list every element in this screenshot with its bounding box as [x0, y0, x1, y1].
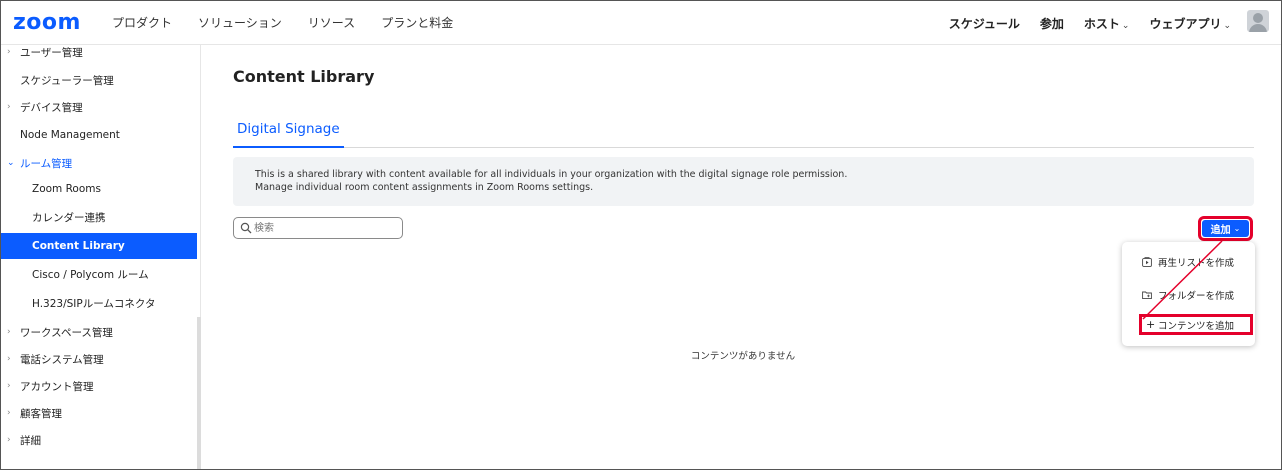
sidebar-item-label: アカウント管理 — [20, 380, 94, 393]
chevron-right-icon: › — [7, 354, 11, 364]
top-nav: zoom プロダクト ソリューション リソース プランと料金 スケジュール 参加… — [1, 1, 1281, 45]
chevron-down-icon: ⌄ — [7, 158, 15, 168]
nav-schedule[interactable]: スケジュール — [949, 15, 1020, 32]
sidebar-item-zoom-rooms[interactable]: Zoom Rooms — [1, 177, 197, 201]
zoom-logo[interactable]: zoom — [13, 10, 81, 35]
sidebar-item-scheduler-management[interactable]: スケジューラー管理 — [1, 68, 197, 92]
empty-state-text: コンテンツがありません — [690, 351, 796, 362]
nav-join[interactable]: 参加 — [1040, 15, 1064, 32]
info-banner: This is a shared library with content av… — [233, 157, 1254, 206]
chevron-right-icon: › — [7, 408, 11, 418]
sidebar-item-label: Zoom Rooms — [32, 183, 101, 195]
playlist-icon — [1142, 257, 1152, 267]
menu-item-label: コンテンツを追加 — [1158, 320, 1235, 332]
menu-item-label: 再生リストを作成 — [1158, 258, 1235, 269]
sidebar-scrollbar[interactable] — [197, 317, 201, 469]
sidebar-item-label: ユーザー管理 — [20, 46, 83, 59]
chevron-right-icon: › — [7, 47, 11, 57]
nav-resources[interactable]: リソース — [308, 14, 355, 31]
nav-solutions[interactable]: ソリューション — [198, 14, 282, 31]
sidebar-item-phone-system[interactable]: › 電話システム管理 — [1, 347, 197, 371]
sidebar-item-device-management[interactable]: › デバイス管理 — [1, 95, 197, 119]
nav-host[interactable]: ホスト ⌄ — [1084, 15, 1130, 32]
add-button-inner: 追加 ⌄ — [1202, 220, 1249, 237]
sidebar-item-label: Node Management — [20, 129, 120, 141]
sidebar: › ユーザー管理 スケジューラー管理 › デバイス管理 Node Managem… — [1, 45, 201, 469]
chevron-right-icon: › — [7, 327, 11, 337]
nav-right: スケジュール 参加 ホスト ⌄ ウェブアプリ ⌄ — [949, 15, 1231, 32]
folder-add-icon — [1142, 291, 1152, 300]
chevron-right-icon: › — [7, 381, 11, 391]
sidebar-item-h323-sip[interactable]: H.323/SIPルームコネクタ — [1, 291, 197, 315]
avatar-body-icon — [1249, 24, 1267, 32]
sidebar-item-account-management[interactable]: › アカウント管理 — [1, 374, 197, 398]
chevron-down-icon: ⌄ — [1233, 224, 1241, 233]
menu-item-create-playlist[interactable]: 再生リストを作成 — [1122, 251, 1255, 273]
plus-icon: + — [1146, 317, 1156, 331]
avatar-head-icon — [1253, 13, 1263, 23]
sidebar-item-label: カレンダー連携 — [32, 211, 106, 224]
sidebar-item-label: Content Library — [32, 240, 125, 252]
sidebar-item-workspace-management[interactable]: › ワークスペース管理 — [1, 320, 197, 344]
nav-left: プロダクト ソリューション リソース プランと料金 — [112, 14, 453, 31]
sidebar-item-content-library[interactable]: Content Library — [1, 233, 197, 259]
nav-webapp[interactable]: ウェブアプリ ⌄ — [1149, 15, 1231, 32]
nav-host-label: ホスト — [1083, 17, 1120, 31]
avatar[interactable] — [1247, 10, 1269, 32]
sidebar-item-label: スケジューラー管理 — [20, 74, 114, 87]
search-input[interactable] — [254, 220, 394, 236]
nav-product[interactable]: プロダクト — [112, 14, 172, 31]
sidebar-item-calendar-integration[interactable]: カレンダー連携 — [1, 205, 197, 229]
sidebar-item-label: ルーム管理 — [20, 157, 73, 170]
page-title: Content Library — [233, 67, 375, 86]
chevron-down-icon: ⌄ — [1223, 21, 1231, 31]
chevron-down-icon: ⌄ — [1121, 21, 1130, 31]
sidebar-item-customer-management[interactable]: › 顧客管理 — [1, 401, 197, 425]
add-button-label: 追加 — [1210, 225, 1231, 236]
tab-bar: Digital Signage — [233, 121, 1254, 148]
sidebar-item-label: 詳細 — [20, 434, 41, 447]
chevron-right-icon: › — [7, 435, 11, 445]
sidebar-item-cisco-polycom[interactable]: Cisco / Polycom ルーム — [1, 262, 197, 286]
sidebar-item-label: H.323/SIPルームコネクタ — [32, 297, 156, 310]
sidebar-item-advanced[interactable]: › 詳細 — [1, 428, 197, 452]
nav-join-label: 参加 — [1039, 17, 1064, 31]
tab-digital-signage[interactable]: Digital Signage — [233, 121, 344, 148]
sidebar-item-label: デバイス管理 — [20, 101, 83, 114]
menu-item-create-folder[interactable]: フォルダーを作成 — [1122, 284, 1255, 306]
sidebar-item-label: Cisco / Polycom ルーム — [32, 268, 149, 281]
add-button[interactable]: 追加 ⌄ — [1198, 216, 1253, 241]
nav-webapp-label: ウェブアプリ — [1149, 17, 1222, 31]
menu-item-label: フォルダーを作成 — [1158, 291, 1235, 302]
search-icon — [240, 222, 252, 234]
nav-schedule-label: スケジュール — [948, 17, 1020, 31]
info-line-2: Manage individual room content assignmen… — [255, 182, 594, 193]
sidebar-item-user-management[interactable]: › ユーザー管理 — [1, 40, 197, 64]
sidebar-item-label: 顧客管理 — [20, 407, 62, 420]
sidebar-item-room-management[interactable]: ⌄ ルーム管理 — [1, 151, 197, 175]
sidebar-item-label: 電話システム管理 — [20, 353, 104, 366]
sidebar-item-label: ワークスペース管理 — [20, 326, 113, 339]
menu-item-add-content[interactable]: + コンテンツを追加 — [1139, 314, 1253, 335]
info-line-1: This is a shared library with content av… — [255, 169, 848, 180]
app-window: zoom プロダクト ソリューション リソース プランと料金 スケジュール 参加… — [0, 0, 1282, 470]
nav-pricing[interactable]: プランと料金 — [381, 14, 453, 31]
add-dropdown-menu: 再生リストを作成 フォルダーを作成 + コンテンツを追加 — [1122, 242, 1255, 346]
search-box[interactable] — [233, 217, 403, 239]
main-content: Content Library Digital Signage This is … — [202, 45, 1281, 469]
sidebar-item-node-management[interactable]: Node Management — [1, 123, 197, 147]
chevron-right-icon: › — [7, 102, 11, 112]
